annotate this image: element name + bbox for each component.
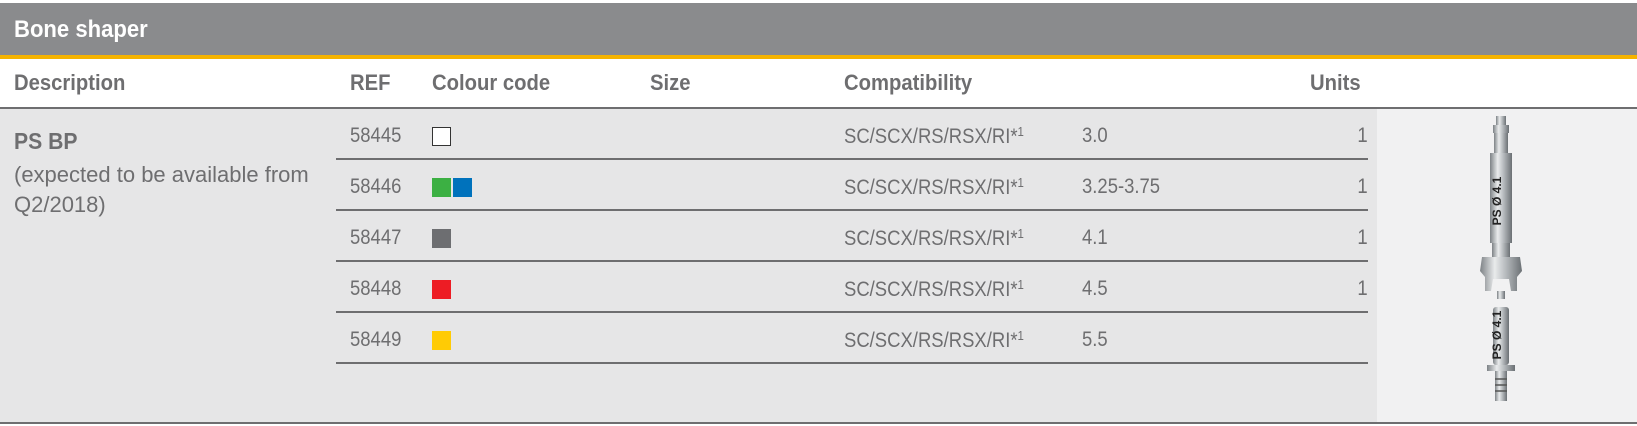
table-row: 58449 SC/SCX/RS/RSX/RI*1 5.5 <box>336 313 1368 364</box>
colour-swatch <box>432 331 451 350</box>
ref-number: 58447 <box>350 226 402 249</box>
table-row: 58448 SC/SCX/RS/RSX/RI*1 4.5 1 <box>336 262 1368 313</box>
header-size: Size <box>650 70 691 95</box>
table-row: 58445 SC/SCX/RS/RSX/RI*1 3.0 1 <box>336 109 1368 160</box>
compatibility-value: SC/SCX/RS/RSX/RI*1 <box>844 277 1024 301</box>
header-colour-code: Colour code <box>432 70 551 95</box>
compatibility-value: SC/SCX/RS/RSX/RI*1 <box>844 226 1024 250</box>
bone-shaper-image: PS Ø 4.1 PS Ø 4.1 <box>1480 116 1522 401</box>
units-value: 1 <box>1357 226 1368 249</box>
colour-swatch <box>432 229 451 248</box>
compatibility-value: SC/SCX/RS/RSX/RI*1 <box>844 124 1024 148</box>
compatibility-value: SC/SCX/RS/RSX/RI*1 <box>844 328 1024 352</box>
ref-number: 58446 <box>350 175 402 198</box>
colour-swatch <box>432 280 451 299</box>
colour-code-swatches <box>432 331 451 350</box>
header-description: Description <box>14 70 126 95</box>
table-bottom-rule <box>0 422 1637 424</box>
colour-code-swatches <box>432 178 472 197</box>
colour-code-swatches <box>432 229 451 248</box>
table-row: 58447 SC/SCX/RS/RSX/RI*1 4.1 1 <box>336 211 1368 262</box>
footnote-marker: 1 <box>1017 226 1024 241</box>
size-value: 4.5 <box>1082 277 1108 300</box>
ref-number: 58449 <box>350 328 402 351</box>
colour-swatch <box>453 178 472 197</box>
size-value: 4.1 <box>1082 226 1108 249</box>
header-ref: REF <box>350 70 391 95</box>
ref-number: 58445 <box>350 124 402 147</box>
colour-code-swatches <box>432 280 451 299</box>
section-title-bar: Bone shaper <box>0 3 1637 59</box>
units-value: 1 <box>1357 277 1368 300</box>
footnote-marker: 1 <box>1017 328 1024 343</box>
footnote-marker: 1 <box>1017 124 1024 139</box>
units-value: 1 <box>1357 175 1368 198</box>
size-value: 5.5 <box>1082 328 1108 351</box>
availability-note: (expected to be available from Q2/2018) <box>14 162 309 217</box>
product-name: PS BP <box>14 128 78 154</box>
footnote-marker: 1 <box>1017 175 1024 190</box>
ref-number: 58448 <box>350 277 402 300</box>
units-value: 1 <box>1357 124 1368 147</box>
size-value: 3.25-3.75 <box>1082 175 1161 198</box>
header-units: Units <box>1310 70 1361 95</box>
footnote-marker: 1 <box>1017 277 1024 292</box>
colour-swatch <box>432 178 451 197</box>
table-header-row: Description REF Colour code Size Compati… <box>0 59 1637 109</box>
compatibility-value: SC/SCX/RS/RSX/RI*1 <box>844 175 1024 199</box>
upper-instrument-label: PS Ø 4.1 <box>1490 176 1504 225</box>
colour-code-swatches <box>432 127 451 146</box>
section-title: Bone shaper <box>14 16 148 43</box>
colour-swatch <box>432 127 451 146</box>
header-compatibility: Compatibility <box>844 70 973 95</box>
size-value: 3.0 <box>1082 124 1108 147</box>
table-row: 58446 SC/SCX/RS/RSX/RI*1 3.25-3.75 1 <box>336 160 1368 211</box>
lower-instrument-label: PS Ø 4.1 <box>1490 310 1504 359</box>
